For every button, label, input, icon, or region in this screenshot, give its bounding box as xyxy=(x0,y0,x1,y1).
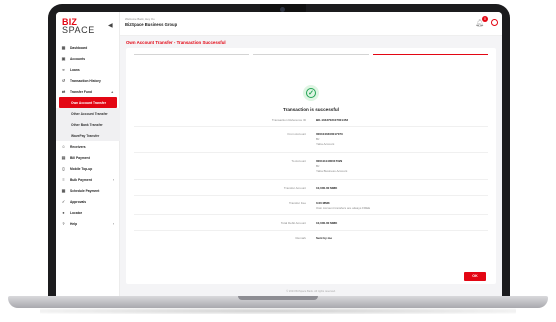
sidebar-nav: ▦ Dashboard ▣ Accounts ¤ Loans ↺ Transac… xyxy=(56,42,120,229)
grid-icon: ▦ xyxy=(61,45,66,50)
sidebar-item-label: Bulk Payment xyxy=(70,177,92,182)
step-2 xyxy=(253,54,369,55)
sidebar-item-label: Transfer Fund xyxy=(70,89,92,94)
check-circle-icon: ✓ xyxy=(306,88,316,98)
divider xyxy=(134,152,488,153)
sidebar-item-label: Dashboard xyxy=(70,45,88,50)
detail-value-main: Sent by me xyxy=(316,236,333,240)
sidebar-item-label: Bill Payment xyxy=(70,155,90,160)
sidebar-item-loans[interactable]: ¤ Loans xyxy=(56,64,120,75)
detail-label: From Account xyxy=(287,132,306,136)
sidebar-item-label: Locator xyxy=(70,210,83,215)
app-logo[interactable]: BIZ SPACE xyxy=(62,18,95,35)
help-icon: ? xyxy=(62,221,65,226)
calendar-icon: ▦ xyxy=(61,188,66,193)
detail-value-main: BK-1043702107001453 xyxy=(316,118,349,122)
phone-icon: ▯ xyxy=(62,166,65,171)
sidebar-item-label: Help xyxy=(70,221,78,226)
sidebar-item-schedule-payment[interactable]: ▦ Schedule Payment xyxy=(56,185,120,196)
ok-button[interactable]: OK xyxy=(464,272,486,281)
detail-value-sub: Own Account transfers are always FREE xyxy=(316,206,371,210)
sidebar-item-bulk-payment[interactable]: ≡ Bulk Payment › xyxy=(56,174,120,185)
progress-steps xyxy=(134,54,488,56)
laptop-shadow xyxy=(40,308,516,314)
detail-label: To Account xyxy=(291,159,306,163)
transaction-card: ✓ Transaction is successful Transaction … xyxy=(126,48,496,284)
sidebar-item-approvals[interactable]: ✓ Approvals xyxy=(56,196,120,207)
sidebar-item-help[interactable]: ? Help › xyxy=(56,218,120,229)
detail-label: Remark xyxy=(295,236,306,240)
sidebar-item-mobile-top-up[interactable]: ▯ Mobile Top-up xyxy=(56,163,120,174)
sidebar-item-label: Transaction History xyxy=(70,78,101,83)
notification-badge: 0 xyxy=(482,16,488,22)
detail-value: 0001111400017029 Bz Yaba Business Accoun… xyxy=(316,159,347,174)
breadcrumb: Welcome Back, Hey Oo xyxy=(125,17,155,21)
detail-label: Total Debit Amount xyxy=(280,221,306,225)
detail-label: Transfer Fee xyxy=(288,201,306,205)
detail-value: Sent by me xyxy=(316,236,332,241)
sidebar-item-label: Approvals xyxy=(70,199,87,204)
sidebar-item-transaction-history[interactable]: ↺ Transaction History xyxy=(56,75,120,86)
detail-value: BK-1043702107001453 xyxy=(316,118,348,123)
detail-label: Transfer Amount xyxy=(283,186,306,190)
sidebar-subitem-wavepay-transfer[interactable]: WavePay Transfer xyxy=(56,130,120,141)
detail-value-sub: Yaba Business Account xyxy=(316,169,348,173)
sidebar-item-transfer-fund[interactable]: ⇄ Transfer Fund ▲ xyxy=(56,86,120,97)
divider xyxy=(134,126,488,127)
step-3 xyxy=(372,54,488,55)
sidebar-item-label: Mobile Top-up xyxy=(70,166,93,171)
detail-label: Transaction Reference ID xyxy=(271,118,306,122)
laptop-base-notch xyxy=(238,296,318,300)
logo-space: SPACE xyxy=(62,25,95,35)
sidebar-subitem-other-account-transfer[interactable]: Other Account Transfer xyxy=(56,108,120,119)
step-1 xyxy=(134,54,250,55)
chevron-right-icon: › xyxy=(112,177,114,182)
chevron-right-icon: › xyxy=(112,221,114,226)
detail-value-main: 10,000.00 MMK xyxy=(316,221,338,225)
users-icon: ☺ xyxy=(61,144,66,149)
detail-value: 0.00 MMK Own Account transfers are alway… xyxy=(316,201,370,211)
divider xyxy=(134,214,488,215)
divider xyxy=(134,195,488,196)
success-message: Transaction is successful xyxy=(283,107,339,112)
loan-icon: ¤ xyxy=(62,67,65,72)
wallet-icon: ▣ xyxy=(61,56,66,61)
sidebar: BIZ SPACE ◀ ▦ Dashboard ▣ Accounts ¤ Loa… xyxy=(56,12,120,296)
detail-value-main: 0001040400017073 xyxy=(316,132,343,136)
chevron-up-icon: ▲ xyxy=(110,89,114,94)
sidebar-collapse-icon[interactable]: ◀ xyxy=(108,22,113,29)
sidebar-item-label: Accounts xyxy=(70,56,86,61)
app-screen: BIZ SPACE ◀ ▦ Dashboard ▣ Accounts ¤ Loa… xyxy=(56,12,502,296)
detail-value: 10,000.00 MMK xyxy=(316,221,337,226)
sidebar-item-locator[interactable]: ● Locator xyxy=(56,207,120,218)
detail-value-main: 10,000.00 MMK xyxy=(316,186,338,190)
approval-icon: ✓ xyxy=(61,199,66,204)
detail-value: 10,000.00 MMK xyxy=(316,186,337,191)
sidebar-item-label: Receivers xyxy=(70,144,86,149)
sidebar-subitem-own-account-transfer[interactable]: Own Account Transfer xyxy=(59,97,117,108)
footer: © 2023 BizSpace Bank. All rights reserve… xyxy=(286,290,336,293)
company-name[interactable]: BizSpace Business Group xyxy=(125,22,177,27)
transfer-icon: ⇄ xyxy=(61,89,66,94)
sidebar-item-dashboard[interactable]: ▦ Dashboard xyxy=(56,42,120,53)
stage: BIZ SPACE ◀ ▦ Dashboard ▣ Accounts ¤ Loa… xyxy=(0,0,556,322)
sidebar-item-label: Loans xyxy=(70,67,80,72)
sidebar-item-label: Schedule Payment xyxy=(70,188,100,193)
divider xyxy=(134,230,488,231)
sidebar-item-accounts[interactable]: ▣ Accounts xyxy=(56,53,120,64)
pin-icon: ● xyxy=(62,210,65,215)
bulk-icon: ≡ xyxy=(62,177,65,182)
detail-value-sub: Yaba Account xyxy=(316,142,335,146)
divider xyxy=(134,179,488,180)
profile-icon[interactable] xyxy=(491,19,498,26)
history-icon: ↺ xyxy=(61,78,66,83)
sidebar-item-receivers[interactable]: ☺ Receivers xyxy=(56,141,120,152)
top-bar: Welcome Back, Hey Oo BizSpace Business G… xyxy=(120,12,502,36)
bill-icon: ▤ xyxy=(61,155,66,160)
sidebar-subitem-other-bank-transfer[interactable]: Other Bank Transfer xyxy=(56,119,120,130)
page-title: Own Account Transfer - Transaction Succe… xyxy=(126,40,226,45)
sidebar-item-bill-payment[interactable]: ▤ Bill Payment xyxy=(56,152,120,163)
detail-value: 0001040400017073 Bz Yaba Account xyxy=(316,132,343,147)
